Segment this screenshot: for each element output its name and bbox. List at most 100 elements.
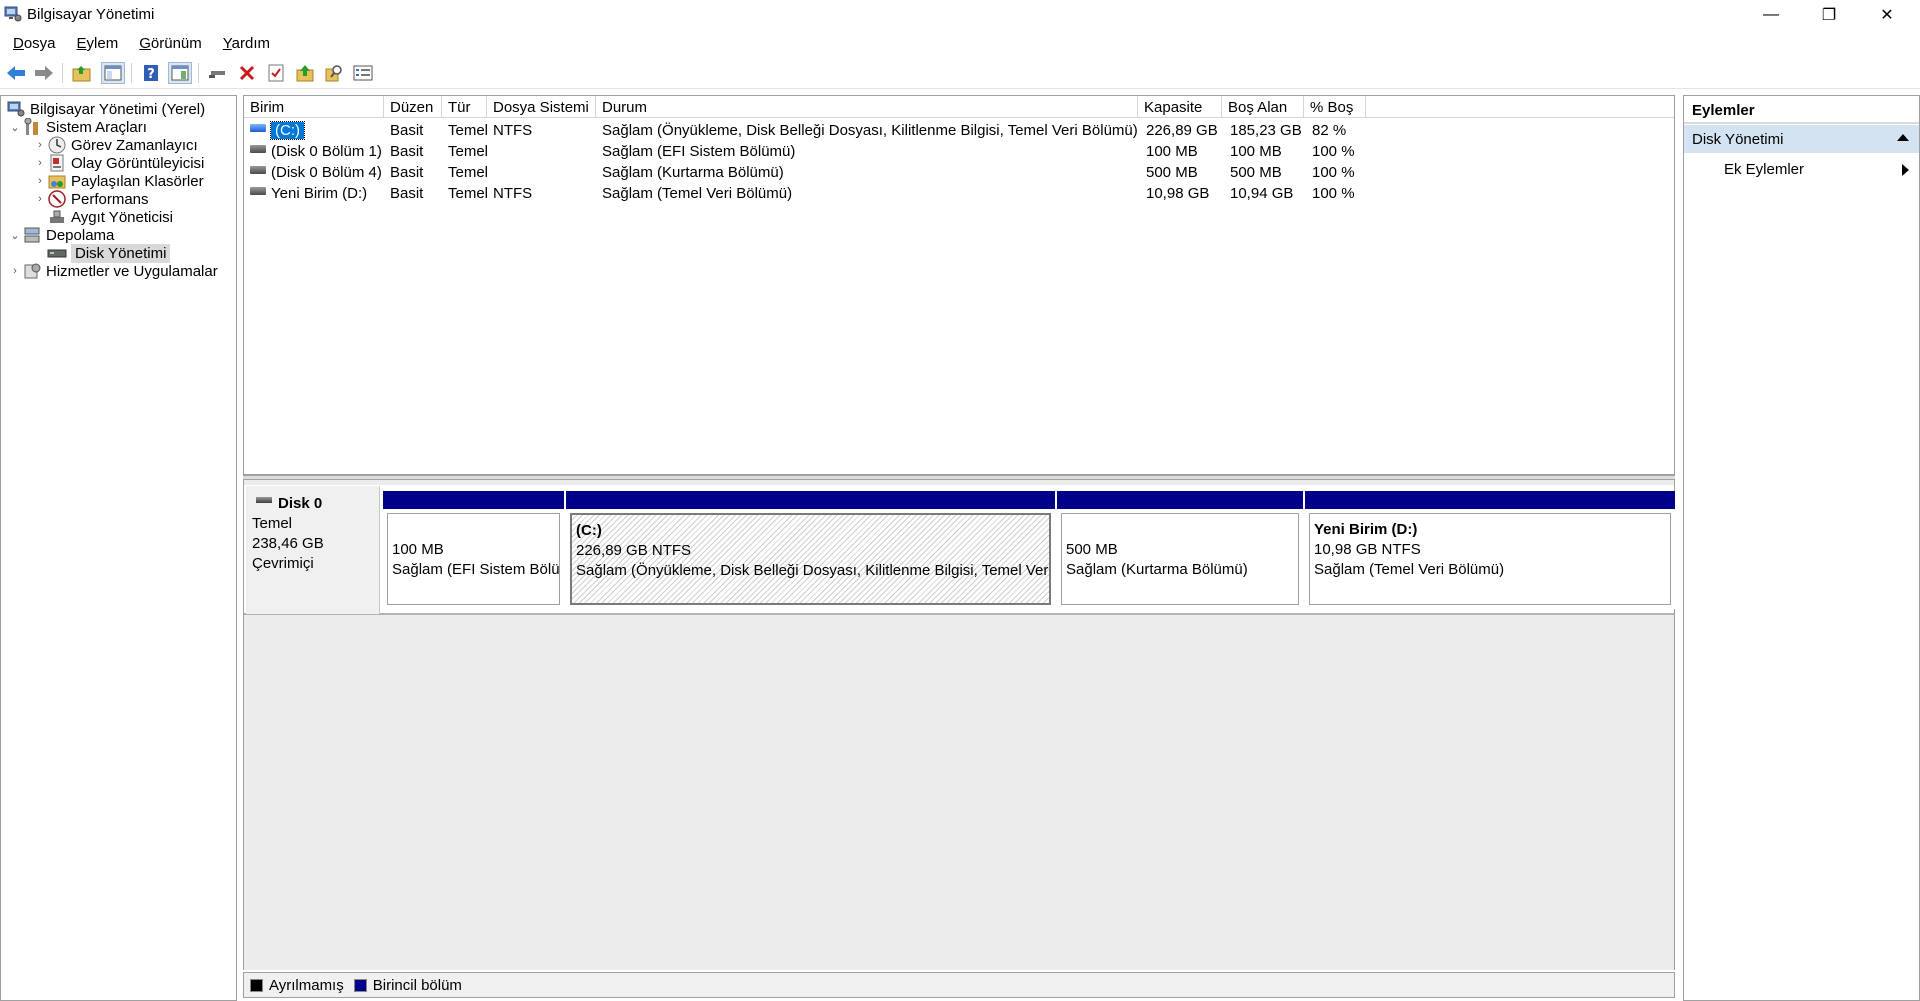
partition-name xyxy=(392,520,555,540)
volume-list: Birim Düzen Tür Dosya Sistemi Durum Kapa… xyxy=(243,95,1675,475)
disk-type: Temel xyxy=(252,515,293,532)
chevron-down-icon[interactable]: ⌄ xyxy=(9,121,21,134)
menu-bar: Dosya Eylem Görünüm Yardım xyxy=(0,30,1920,56)
legend-unallocated: Ayrılmamış xyxy=(250,977,344,994)
chevron-right-icon[interactable]: › xyxy=(34,193,46,205)
volume-icon xyxy=(250,166,266,175)
cell-capacity: 226,89 GB xyxy=(1146,122,1218,139)
volume-icon xyxy=(250,124,266,133)
partition-name: Yeni Birim (D:) xyxy=(1314,521,1418,538)
partition-status: Sağlam (Önyükleme, Disk Belleği Dosyası,… xyxy=(576,562,1051,579)
more-actions-item[interactable]: Ek Eylemler xyxy=(1684,155,1919,183)
partition-size: 10,98 GB NTFS xyxy=(1314,541,1421,558)
collapse-up-icon[interactable] xyxy=(1897,134,1909,141)
tree-item-services[interactable]: › Hizmetler ve Uygulamalar xyxy=(9,260,218,282)
actions-section-disk-management[interactable]: Disk Yönetimi xyxy=(1684,125,1919,153)
cell-capacity: 100 MB xyxy=(1146,143,1198,160)
table-row[interactable]: (Disk 0 Bölüm 1) Basit Temel Sağlam (EFI… xyxy=(244,141,1674,162)
cell-layout: Basit xyxy=(390,122,424,139)
disk-name: Disk 0 xyxy=(278,495,323,512)
disk-label[interactable]: Disk 0 Temel 238,46 GB Çevrimiçi xyxy=(246,486,380,614)
partition-c[interactable]: (C:) 226,89 GB NTFS Sağlam (Önyükleme, D… xyxy=(566,491,1055,609)
maximize-button[interactable]: ❐ xyxy=(1800,0,1858,30)
table-row[interactable]: Yeni Birim (D:) Basit Temel NTFS Sağlam … xyxy=(244,183,1674,204)
show-hide-tree-icon[interactable] xyxy=(101,62,125,84)
cell-free-space: 10,94 GB xyxy=(1230,185,1294,202)
cell-volume: Yeni Birim (D:) xyxy=(244,183,384,204)
menu-file[interactable]: Dosya xyxy=(5,33,64,54)
toolbar-separator xyxy=(198,63,199,83)
cell-status: Sağlam (EFI Sistem Bölümü) xyxy=(602,143,796,160)
delete-icon[interactable] xyxy=(235,62,259,84)
partition-d[interactable]: Yeni Birim (D:) 10,98 GB NTFS Sağlam (Te… xyxy=(1305,491,1675,609)
connect-icon[interactable] xyxy=(206,62,230,84)
primary-partition-bar xyxy=(1057,491,1303,509)
column-header-capacity[interactable]: Kapasite xyxy=(1138,96,1222,118)
column-header-type[interactable]: Tür xyxy=(442,96,487,118)
primary-swatch xyxy=(353,978,367,992)
table-row[interactable]: (Disk 0 Bölüm 4) Basit Temel Sağlam (Kur… xyxy=(244,162,1674,183)
cell-percent-free: 100 % xyxy=(1312,143,1355,160)
cell-filesystem: NTFS xyxy=(493,122,533,139)
column-header-volume[interactable]: Birim xyxy=(244,96,384,118)
cell-percent-free: 100 % xyxy=(1312,164,1355,181)
volume-icon xyxy=(250,187,266,196)
menu-action[interactable]: Eylem xyxy=(69,33,127,54)
partition-efi[interactable]: 100 MB Sağlam (EFI Sistem Bölümü) xyxy=(383,491,564,609)
submenu-arrow-icon xyxy=(1902,164,1909,176)
title-bar: Bilgisayar Yönetimi — ❐ ✕ xyxy=(0,0,1920,30)
column-header-status[interactable]: Durum xyxy=(596,96,1138,118)
up-icon[interactable] xyxy=(293,62,317,84)
chevron-down-icon[interactable]: ⌄ xyxy=(9,229,21,242)
cell-status: Sağlam (Önyükleme, Disk Belleği Dosyası,… xyxy=(602,122,1138,139)
table-row[interactable]: (C:) Basit Temel NTFS Sağlam (Önyükleme,… xyxy=(244,120,1674,141)
actions-title: Eylemler xyxy=(1684,96,1919,124)
search-icon[interactable] xyxy=(322,62,346,84)
toolbar-separator xyxy=(131,63,132,83)
partition-name xyxy=(1066,520,1294,540)
partition-recovery[interactable]: 500 MB Sağlam (Kurtarma Bölümü) xyxy=(1057,491,1303,609)
cell-status: Sağlam (Kurtarma Bölümü) xyxy=(602,164,784,181)
cell-volume: (Disk 0 Bölüm 4) xyxy=(244,162,384,183)
up-folder-icon[interactable] xyxy=(70,62,94,84)
primary-partition-bar xyxy=(1305,491,1675,509)
column-header-filesystem[interactable]: Dosya Sistemi xyxy=(487,96,596,118)
cell-capacity: 10,98 GB xyxy=(1146,185,1210,202)
check-icon[interactable] xyxy=(264,62,288,84)
cell-type: Temel xyxy=(448,185,487,202)
menu-view[interactable]: Görünüm xyxy=(131,33,210,54)
back-icon[interactable] xyxy=(4,62,28,84)
partition-body: Yeni Birim (D:) 10,98 GB NTFS Sağlam (Te… xyxy=(1309,513,1671,605)
cell-layout: Basit xyxy=(390,143,424,160)
help-icon[interactable]: ? xyxy=(139,62,163,84)
cell-volume: (Disk 0 Bölüm 1) xyxy=(244,141,384,162)
cell-filesystem xyxy=(487,162,596,183)
computer-management-icon xyxy=(4,6,22,22)
window-title: Bilgisayar Yönetimi xyxy=(27,6,155,23)
menu-help[interactable]: Yardım xyxy=(215,33,278,54)
partition-size: 226,89 GB NTFS xyxy=(576,542,692,559)
volume-icon xyxy=(250,145,266,154)
cell-percent-free: 82 % xyxy=(1312,122,1347,139)
chevron-right-icon[interactable]: › xyxy=(34,175,46,187)
chevron-right-icon[interactable]: › xyxy=(34,157,46,169)
cell-type: Temel xyxy=(448,122,487,139)
disk-graphical-view: Disk 0 Temel 238,46 GB Çevrimiçi 100 MB … xyxy=(243,480,1675,970)
minimize-button[interactable]: — xyxy=(1742,0,1800,30)
cell-free-space: 100 MB xyxy=(1230,143,1282,160)
partition-size: 500 MB xyxy=(1066,541,1118,558)
cell-free-space: 185,23 GB xyxy=(1230,122,1302,139)
column-header-percent-free[interactable]: % Boş xyxy=(1304,96,1366,118)
forward-icon[interactable] xyxy=(32,62,56,84)
chevron-right-icon[interactable]: › xyxy=(34,139,46,151)
properties-icon[interactable] xyxy=(351,62,375,84)
partition-body: 500 MB Sağlam (Kurtarma Bölümü) xyxy=(1061,513,1299,605)
storage-icon xyxy=(21,225,43,245)
cell-status: Sağlam (Temel Veri Bölümü) xyxy=(602,185,793,202)
chevron-right-icon[interactable]: › xyxy=(9,265,21,277)
close-button[interactable]: ✕ xyxy=(1858,0,1916,30)
actions-pane: Eylemler Disk Yönetimi Ek Eylemler xyxy=(1683,95,1920,1001)
column-header-free-space[interactable]: Boş Alan xyxy=(1222,96,1304,118)
show-hide-action-icon[interactable] xyxy=(168,62,192,84)
column-header-layout[interactable]: Düzen xyxy=(384,96,442,118)
